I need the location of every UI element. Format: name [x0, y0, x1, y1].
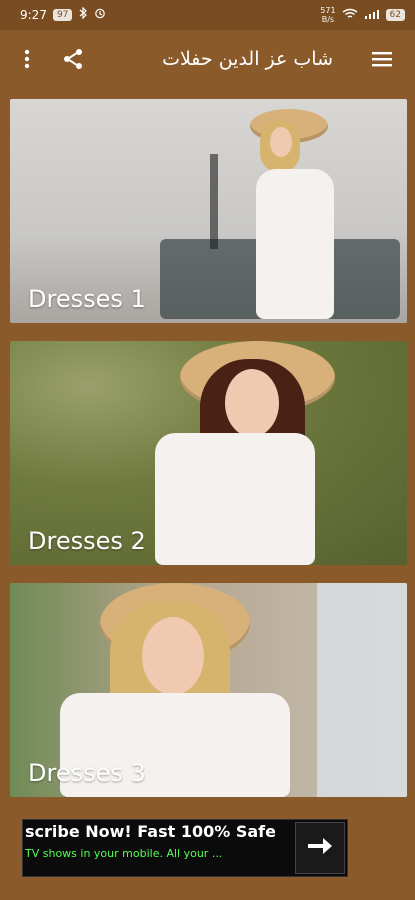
battery-icon: 62: [385, 9, 405, 21]
net-speed-bottom: B/s: [321, 15, 335, 24]
share-button[interactable]: [58, 46, 88, 76]
bluetooth-icon: [78, 6, 88, 22]
arrow-right-icon: [306, 834, 334, 862]
status-bar: 9:27 97 571 B/s 62: [0, 0, 415, 30]
ad-subtitle: TV shows in your mobile. All your ...: [25, 847, 223, 860]
dress-card-1[interactable]: Dresses 1: [10, 99, 407, 323]
ad-arrow-button[interactable]: [295, 822, 345, 874]
status-right: 571 B/s 62: [320, 6, 405, 24]
net-speed: 571 B/s: [320, 6, 335, 24]
status-time: 9:27: [20, 7, 47, 22]
status-left: 9:27 97: [20, 6, 106, 22]
more-vertical-icon: [23, 48, 31, 74]
wifi-icon: [342, 8, 358, 23]
signal-icon: [364, 8, 380, 23]
dress-card-3[interactable]: Dresses 3: [10, 583, 407, 797]
ad-title: scribe Now! Fast 100% Safe: [25, 822, 275, 841]
ad-banner[interactable]: scribe Now! Fast 100% Safe TV shows in y…: [22, 819, 348, 877]
status-badge: 97: [52, 8, 73, 21]
menu-button[interactable]: [367, 46, 397, 76]
more-options-button[interactable]: [12, 46, 42, 76]
dress-card-label-1: Dresses 1: [28, 285, 146, 313]
alarm-icon: [94, 7, 106, 22]
share-icon: [62, 48, 84, 74]
net-speed-top: 571: [320, 6, 336, 15]
page-title: شاب عز الدين حفلات: [162, 48, 333, 70]
menu-icon: [371, 50, 393, 72]
ad-strip: scribe Now! Fast 100% Safe TV shows in y…: [0, 797, 415, 900]
dress-card-label-3: Dresses 3: [28, 759, 146, 787]
dress-card-label-2: Dresses 2: [28, 527, 146, 555]
app-bar: شاب عز الدين حفلات: [0, 30, 415, 92]
dress-card-2[interactable]: Dresses 2: [10, 341, 407, 565]
